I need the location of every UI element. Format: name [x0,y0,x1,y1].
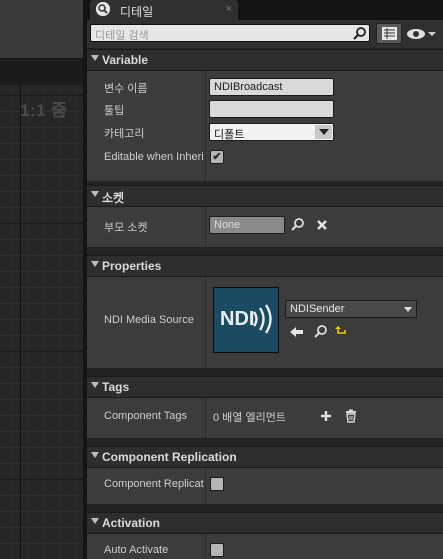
section-body-properties: NDI Media Source NDI NDISender [87,277,443,368]
section-body-activation: Auto Activate [87,534,443,559]
graph-viewport[interactable]: 1:1 줌 [0,0,83,559]
category-dropdown[interactable]: 디폴트 [209,123,334,141]
section-header-properties[interactable]: Properties [87,255,443,277]
chevron-down-icon[interactable] [404,307,412,312]
section-title: 소켓 [102,191,125,205]
eye-icon [407,29,425,39]
trash-icon[interactable] [343,408,359,424]
section-body-socket: 부모 소켓 None [87,207,443,247]
column-divider[interactable] [205,207,206,247]
section-header-activation[interactable]: Activation [87,512,443,534]
collapse-arrow-icon[interactable] [91,261,99,267]
auto-activate-checkbox[interactable] [210,543,224,557]
section-body-component-replication: Component Replicat [87,468,443,504]
viewport-toolbar [0,0,83,58]
chevron-down-icon [428,32,436,36]
asset-picker-value: NDISender [290,303,345,315]
column-divider[interactable] [205,277,206,368]
search-icon[interactable] [290,217,306,233]
label-editable-when-inherited: Editable when Inherit [104,151,204,163]
zoom-label: 1:1 줌 [20,101,68,120]
add-element-icon[interactable] [318,408,334,424]
viewport-subtoolbar [0,58,83,85]
tooltip-field[interactable] [209,100,334,118]
label-variable-name: 변수 이름 [104,83,148,95]
variable-name-field[interactable]: NDIBroadcast [209,78,334,96]
property-matrix-button[interactable] [376,23,402,44]
use-selected-arrow-icon[interactable] [289,324,305,340]
tab-bar: 디테일 × [87,0,443,20]
section-header-component-replication[interactable]: Component Replication [87,446,443,468]
label-parent-socket: 부모 소켓 [104,222,148,234]
editable-when-inherited-checkbox[interactable]: ✔ [210,150,224,164]
viewport-grid[interactable] [0,85,83,559]
reset-to-default-icon[interactable] [334,324,350,340]
magnifier-icon [96,2,110,16]
section-title: Variable [102,53,149,67]
section-header-tags[interactable]: Tags [87,376,443,398]
label-component-replicates: Component Replicat [104,478,204,490]
chevron-down-icon[interactable] [315,125,332,139]
section-body-variable: 변수 이름 NDIBroadcast 툴팁 카테고리 디폴트 Editable … [87,71,443,181]
component-replicates-checkbox[interactable] [210,477,224,491]
section-title: Tags [102,380,130,394]
broadcast-icon [252,304,272,334]
tab-label: 디테일 [120,5,154,19]
clear-icon[interactable] [314,217,330,233]
column-divider[interactable] [205,534,206,559]
details-panel: 디테일 × 디테일 검색 Variable 변수 이름 NDIBroadcast… [87,0,443,559]
section-header-socket[interactable]: 소켓 [87,185,443,207]
label-tooltip: 툴팁 [104,105,125,117]
section-title: Component Replication [102,450,237,464]
close-icon[interactable]: × [226,3,232,15]
collapse-arrow-icon[interactable] [91,452,99,458]
label-auto-activate: Auto Activate [104,544,169,556]
collapse-arrow-icon[interactable] [91,382,99,388]
asset-thumbnail[interactable]: NDI [213,287,279,353]
search-icon[interactable] [353,26,367,40]
list-icon [382,27,397,40]
viewport-axis-line [20,85,21,559]
browse-search-icon[interactable] [313,324,329,340]
label-category: 카테고리 [104,128,145,140]
tab-details[interactable]: 디테일 × [90,0,238,20]
section-header-variable[interactable]: Variable [87,49,443,71]
collapse-arrow-icon[interactable] [91,518,99,524]
collapse-arrow-icon[interactable] [91,191,99,197]
ndi-logo-text: NDI [220,308,255,330]
label-ndi-media-source: NDI Media Source [104,314,194,326]
section-title: Properties [102,259,162,273]
view-options-button[interactable] [407,27,439,41]
component-tags-count: 0 배열 엘리먼트 [213,412,286,424]
asset-picker-dropdown[interactable]: NDISender [285,300,417,318]
search-input[interactable]: 디테일 검색 [90,24,370,42]
collapse-arrow-icon[interactable] [91,55,99,61]
column-divider[interactable] [205,398,206,438]
search-placeholder: 디테일 검색 [95,30,149,42]
section-title: Activation [102,516,161,530]
column-divider[interactable] [205,468,206,504]
label-component-tags: Component Tags [104,410,187,422]
parent-socket-field[interactable]: None [209,216,285,234]
column-divider[interactable] [205,71,206,181]
category-value: 디폴트 [214,129,245,141]
section-body-tags: Component Tags 0 배열 엘리먼트 [87,398,443,438]
search-row: 디테일 검색 [87,20,443,48]
